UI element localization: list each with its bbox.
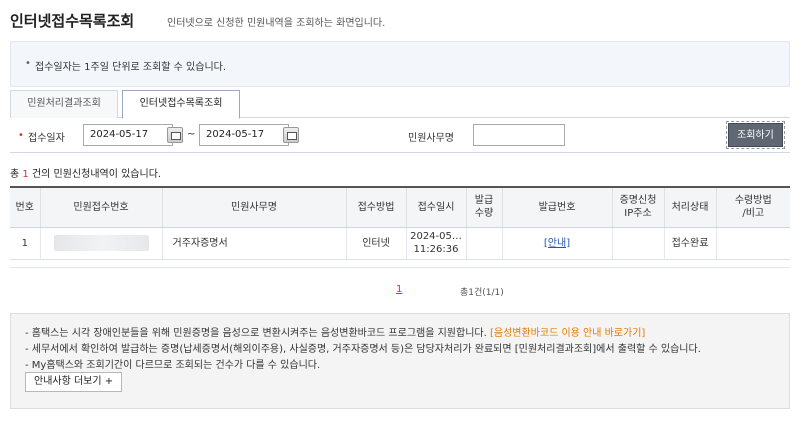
info-line-2: - 세무서에서 확인하여 발급하는 증명(납세증명서(해외이주용), 사실증명,… (25, 344, 701, 355)
cell-no: 1 (10, 227, 41, 260)
col-header-qty: 발급 수량 (466, 186, 503, 228)
tab-result-query[interactable]: 민원처리결과조회 (10, 90, 118, 118)
col-header-remark: 수령방법 /비고 (716, 186, 790, 228)
result-count-number: 1 (22, 169, 29, 180)
search-form: • 접수일자 2024-05-17 ~ 2024-05-17 민원사무명 조회하… (10, 118, 790, 153)
cell-remark (716, 227, 790, 260)
cell-method: 인터넷 (346, 227, 407, 260)
voice-barcode-link[interactable]: [음성변환바코드 이용 안내 바로가기] (490, 328, 645, 339)
guide-link[interactable]: [안내] (544, 238, 570, 249)
tab-internet-receipt-list[interactable]: 인터넷접수목록조회 (122, 90, 240, 119)
result-count: 총 1 건의 민원신청내역이 있습니다. (10, 165, 161, 180)
info-box: - 홈택스는 시각 장애인분들을 위해 민원증명을 음성으로 변환시켜주는 음성… (10, 313, 790, 409)
info-line-1-text: - 홈택스는 시각 장애인분들을 위해 민원증명을 음성으로 변환시켜주는 음성… (25, 328, 487, 339)
page-number-link[interactable]: 1 (396, 284, 402, 295)
col-header-date: 접수일시 (406, 186, 467, 228)
col-header-receipt-no: 민원접수번호 (40, 186, 163, 228)
results-table: 번호 민원접수번호 민원사무명 접수방법 접수일시 발급 수량 발급번호 증명신… (10, 186, 790, 260)
cell-office-name: 거주자증명서 (162, 227, 347, 260)
cell-ip (612, 227, 665, 260)
col-header-status: 처리상태 (664, 186, 717, 228)
info-line-3: - My홈택스와 조회기간이 다르므로 조회되는 건수가 다를 수 있습니다. (25, 360, 321, 371)
required-mark: • (18, 130, 24, 141)
search-button[interactable]: 조회하기 (726, 121, 785, 149)
more-info-button[interactable]: 안내사항 더보기 + (25, 372, 123, 392)
date-to-input[interactable]: 2024-05-17 (199, 124, 289, 146)
table-row: 1 거주자증명서 인터넷 2024-05… 11:26:36 [안내] 접수완료 (10, 227, 790, 260)
date-label: 접수일자 (28, 133, 65, 144)
col-header-issue-no: 발급번호 (502, 186, 613, 228)
calendar-icon[interactable] (283, 127, 299, 143)
date-separator: ~ (187, 129, 196, 140)
calendar-icon[interactable] (167, 127, 183, 143)
table-header-row: 번호 민원접수번호 민원사무명 접수방법 접수일시 발급 수량 발급번호 증명신… (10, 186, 790, 228)
cell-status: 접수완료 (664, 227, 717, 260)
redacted-receipt-number (53, 235, 149, 251)
result-count-prefix: 총 (10, 169, 20, 180)
page-total: 총1건(1/1) (460, 288, 504, 298)
notice-bullet: • (25, 58, 31, 69)
page-description: 인터넷으로 신청한 민원내역을 조회하는 화면입니다. (167, 18, 386, 29)
cell-receipt-no (40, 227, 163, 260)
cell-date-day: 2024-05… (410, 231, 462, 242)
table-footer-divider (10, 260, 790, 268)
col-header-office-name: 민원사무명 (162, 186, 347, 228)
result-count-suffix: 건의 민원신청내역이 있습니다. (31, 169, 162, 180)
notice-box: • 접수일자는 1주일 단위로 조회할 수 있습니다. (10, 41, 790, 87)
date-from-input[interactable]: 2024-05-17 (83, 124, 173, 146)
office-name-label: 민원사무명 (408, 133, 454, 144)
col-header-no: 번호 (10, 186, 41, 228)
cell-date: 2024-05… 11:26:36 (406, 227, 467, 260)
tab-bar: 민원처리결과조회 인터넷접수목록조회 (10, 90, 790, 119)
notice-text: 접수일자는 1주일 단위로 조회할 수 있습니다. (35, 62, 227, 73)
cell-date-time: 11:26:36 (413, 244, 459, 255)
col-header-ip: 증명신청 IP주소 (612, 186, 665, 228)
info-line-1: - 홈택스는 시각 장애인분들을 위해 민원증명을 음성으로 변환시켜주는 음성… (25, 324, 645, 339)
office-name-input[interactable] (473, 124, 565, 146)
col-header-method: 접수방법 (346, 186, 407, 228)
page-title: 인터넷접수목록조회 (10, 12, 135, 30)
cell-issue-no: [안내] (502, 227, 613, 260)
cell-qty (466, 227, 503, 260)
